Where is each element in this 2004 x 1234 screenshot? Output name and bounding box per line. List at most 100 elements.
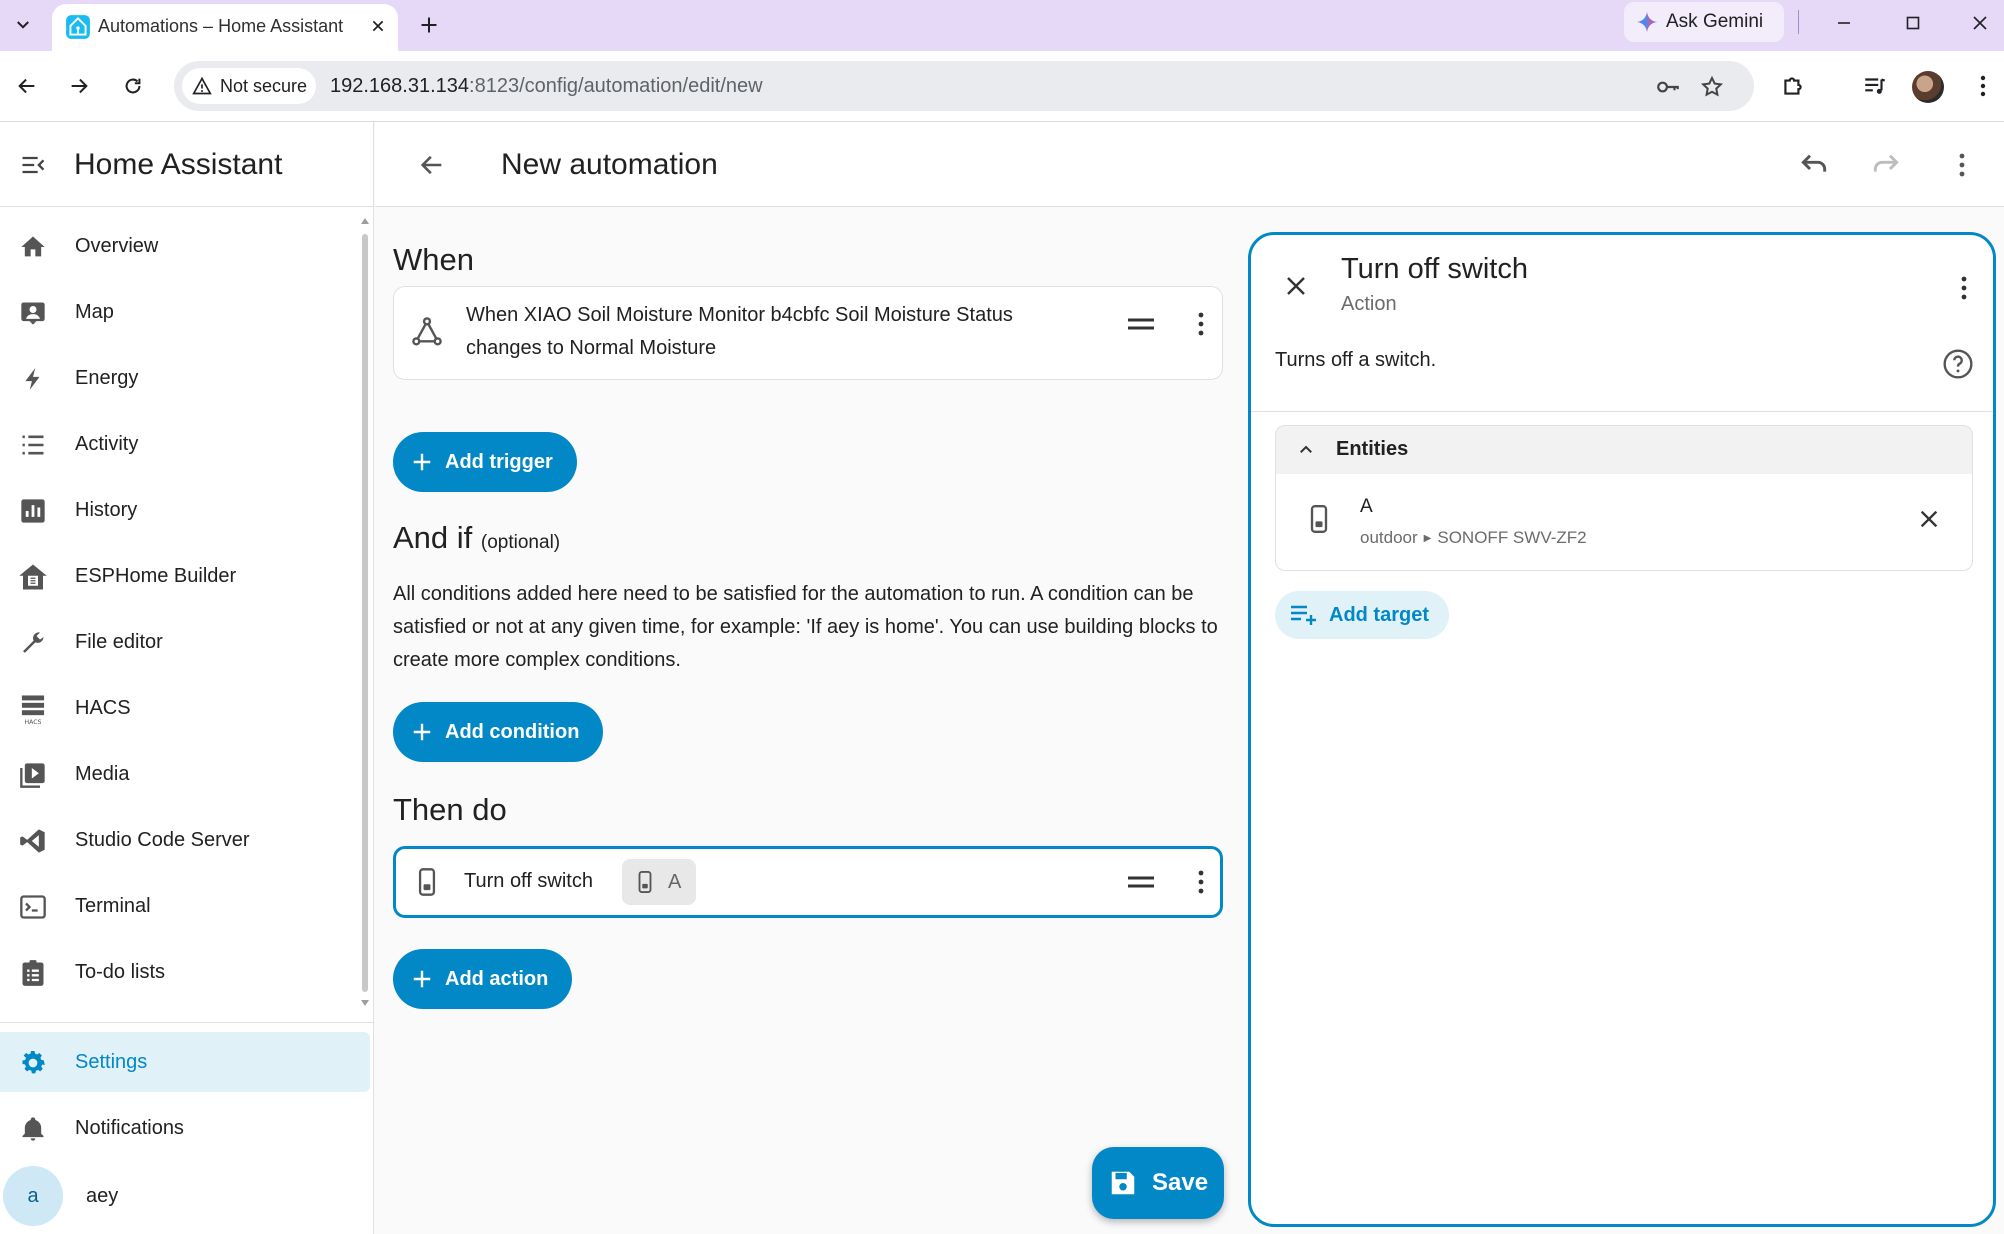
- wrench-icon: [16, 626, 50, 660]
- sidebar-item-esphome-builder[interactable]: ESPHome Builder: [0, 546, 370, 606]
- then-do-section-title: Then do: [393, 792, 507, 827]
- forward-arrow-icon[interactable]: [60, 67, 98, 105]
- browser-menu-dots-icon[interactable]: [1964, 67, 2002, 105]
- sidebar-item-label: ESPHome Builder: [75, 564, 237, 587]
- action-target-chip-label: A: [668, 870, 682, 893]
- more-vert-icon[interactable]: [1184, 865, 1218, 899]
- gear-icon: [16, 1046, 50, 1080]
- lightning-icon: [16, 362, 50, 396]
- sidebar-item-settings[interactable]: Settings: [0, 1032, 370, 1092]
- sidebar-item-label: Media: [75, 762, 130, 785]
- sidebar-scrollbar-thumb[interactable]: [362, 234, 368, 992]
- sidebar-item-energy[interactable]: Energy: [0, 348, 370, 408]
- minimize-window-icon[interactable]: [1824, 6, 1864, 40]
- save-button[interactable]: Save: [1092, 1147, 1224, 1219]
- url-host: 192.168.31.134: [330, 75, 470, 97]
- sidebar-item-activity[interactable]: Activity: [0, 414, 370, 474]
- ask-gemini-label: Ask Gemini: [1666, 11, 1764, 32]
- sidebar-item-notifications[interactable]: Notifications: [0, 1098, 370, 1158]
- add-target-button[interactable]: Add target: [1275, 591, 1449, 639]
- ask-gemini-button[interactable]: Ask Gemini: [1624, 2, 1784, 42]
- new-tab-plus-icon[interactable]: [412, 8, 446, 42]
- sidebar-divider: [0, 1022, 374, 1023]
- floppy-disk-icon: [1111, 1171, 1135, 1195]
- redo-icon[interactable]: [1867, 146, 1905, 184]
- sidebar-item-user[interactable]: aey: [0, 1166, 370, 1226]
- optional-label: (optional): [480, 532, 561, 553]
- panel-title: Turn off switch: [1341, 253, 1528, 285]
- more-vert-icon[interactable]: [1184, 307, 1218, 341]
- caret-right-icon: ▶: [1423, 533, 1432, 544]
- maximize-window-icon[interactable]: [1893, 6, 1933, 40]
- sidebar-item-label: Terminal: [75, 894, 151, 917]
- close-icon[interactable]: [1277, 267, 1315, 305]
- home-icon: [16, 230, 50, 264]
- close-tab-icon[interactable]: [364, 12, 392, 40]
- back-arrow-icon[interactable]: [8, 67, 46, 105]
- menu-collapse-icon[interactable]: [14, 146, 52, 184]
- and-if-section-title: And if (optional): [393, 520, 560, 556]
- vscode-icon: [16, 824, 50, 858]
- browser-toolbar: Not secure 192.168.31.134:8123/config/au…: [0, 51, 2004, 122]
- sidebar-item-label: To-do lists: [75, 960, 166, 983]
- sidebar-item-label: Settings: [75, 1050, 148, 1073]
- back-arrow-icon[interactable]: [413, 146, 451, 184]
- conditions-description: All conditions added here need to be sat…: [393, 583, 1218, 671]
- add-trigger-button[interactable]: Add trigger: [393, 432, 577, 492]
- add-action-button[interactable]: Add action: [393, 949, 573, 1009]
- password-key-icon[interactable]: [1654, 73, 1682, 101]
- add-condition-button[interactable]: Add condition: [393, 702, 604, 762]
- entities-header[interactable]: Entities: [1276, 426, 1972, 474]
- drag-handle-icon[interactable]: [1124, 865, 1158, 899]
- state-change-icon: [410, 315, 444, 349]
- profile-avatar[interactable]: [1912, 71, 1944, 103]
- action-card[interactable]: Turn off switch A: [393, 846, 1223, 918]
- list-icon: [16, 428, 50, 462]
- action-target-chip[interactable]: A: [622, 859, 696, 905]
- more-vert-icon[interactable]: [1947, 271, 1981, 305]
- action-detail-panel: Turn off switch Action Turns off a switc…: [1248, 232, 1996, 1227]
- entity-area: outdoor: [1360, 528, 1418, 547]
- entity-location: outdoor ▶ SONOFF SWV-ZF2: [1360, 528, 1587, 548]
- sidebar-item-history[interactable]: History: [0, 480, 370, 540]
- extensions-puzzle-icon[interactable]: [1774, 67, 1812, 105]
- sidebar-title: Home Assistant: [74, 148, 283, 181]
- sidebar-item-terminal[interactable]: Terminal: [0, 876, 370, 936]
- chevron-up-icon[interactable]: [1292, 436, 1320, 464]
- undo-icon[interactable]: [1795, 146, 1833, 184]
- sidebar-item-file-editor[interactable]: File editor: [0, 612, 370, 672]
- and-if-title: And if: [393, 520, 473, 555]
- home-assistant-app: Home Assistant Overview Map Energy Activ…: [0, 122, 2004, 1234]
- address-bar[interactable]: Not secure 192.168.31.134:8123/config/au…: [174, 61, 1754, 111]
- sidebar-item-overview[interactable]: Overview: [0, 216, 370, 276]
- remove-entity-close-icon[interactable]: [1912, 502, 1946, 536]
- home-assistant-favicon-icon: [62, 11, 94, 43]
- browser-tab[interactable]: Automations – Home Assistant: [52, 4, 398, 51]
- close-window-icon[interactable]: [1960, 6, 2000, 40]
- sidebar-item-hacs[interactable]: HACS HACS: [0, 678, 370, 738]
- warning-triangle-icon: [192, 76, 212, 95]
- automation-editor: When When XIAO Soil Moisture Monitor b4c…: [375, 208, 1235, 1234]
- sidebar-scrollbar[interactable]: [361, 218, 369, 1006]
- drag-handle-icon[interactable]: [1124, 307, 1158, 341]
- panel-divider: [1251, 411, 1993, 412]
- trigger-card[interactable]: When XIAO Soil Moisture Monitor b4cbfc S…: [393, 286, 1223, 380]
- switch-device-icon: [638, 871, 652, 893]
- sidebar-item-to-do-lists[interactable]: To-do lists: [0, 942, 370, 1002]
- window-controls-separator: [1798, 10, 1799, 34]
- sidebar-item-map[interactable]: Map: [0, 282, 370, 342]
- add-condition-label: Add condition: [445, 720, 580, 743]
- media-controls-icon[interactable]: [1856, 67, 1894, 105]
- sidebar-item-media[interactable]: Media: [0, 744, 370, 804]
- not-secure-chip[interactable]: Not secure: [182, 68, 316, 104]
- add-trigger-label: Add trigger: [445, 450, 553, 473]
- more-vert-icon[interactable]: [1943, 146, 1981, 184]
- terminal-icon: [16, 890, 50, 924]
- sidebar-item-studio-code-server[interactable]: Studio Code Server: [0, 810, 370, 870]
- page-header: New automation: [375, 122, 2004, 207]
- help-circle-icon[interactable]: [1939, 345, 1977, 383]
- sidebar-item-label: Activity: [75, 432, 139, 455]
- bookmark-star-icon[interactable]: [1698, 73, 1726, 101]
- tab-search-chevron-icon[interactable]: [8, 10, 38, 40]
- reload-icon[interactable]: [114, 67, 152, 105]
